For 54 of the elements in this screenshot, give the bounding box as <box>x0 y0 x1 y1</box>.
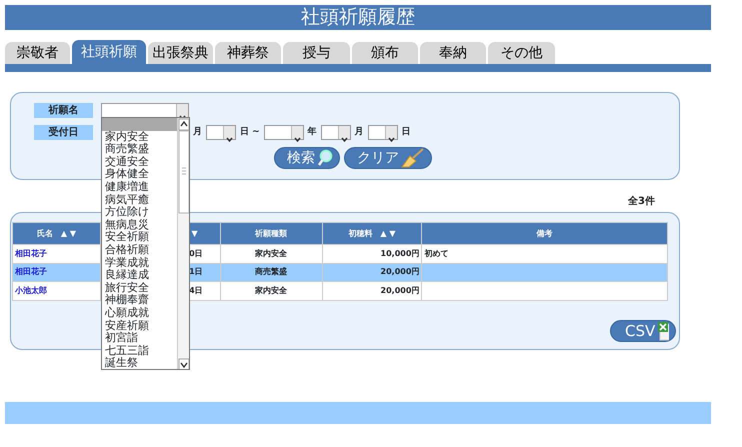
table-cell: 商売繁盛 <box>255 267 288 276</box>
amount-cell: 20,000円 <box>380 286 420 295</box>
date-unit-label: 日 ~ <box>240 126 260 139</box>
search-button[interactable]: 検索 <box>274 147 340 169</box>
dropdown-option[interactable]: 初宮詣 <box>102 332 177 345</box>
dropdown-option[interactable]: 病気平癒 <box>102 194 177 206</box>
dropdown-option[interactable]: 安産祈願 <box>102 320 177 332</box>
tab[interactable]: 奉納 <box>420 42 486 64</box>
dropdown-option[interactable]: 身体健全 <box>102 168 177 181</box>
dropdown-option[interactable]: 誕生祭 <box>102 357 177 369</box>
dropdown-option[interactable]: 商売繁盛 <box>102 143 177 156</box>
tab[interactable]: その他 <box>488 42 555 64</box>
dropdown-option[interactable]: 交通安全 <box>102 156 177 168</box>
date-unit-label: 月 <box>354 126 364 139</box>
dropdown-option[interactable]: 学業成就 <box>102 256 177 270</box>
column-header[interactable]: 初穂料 ▲ ▼ <box>322 222 422 244</box>
name-link[interactable]: 相田花子 <box>15 267 47 276</box>
column-header: 備考 <box>422 222 668 244</box>
csv-button[interactable]: CSV <box>610 320 676 342</box>
table-cell: 家内安全 <box>255 286 288 295</box>
dropdown-option[interactable]: 無病息災 <box>102 218 177 232</box>
amount-cell: 20,000円 <box>380 267 420 276</box>
tab[interactable]: 頒布 <box>352 42 418 64</box>
dropdown-option[interactable]: 七五三詣 <box>102 344 177 358</box>
dropdown-option[interactable]: 心願成就 <box>102 306 177 320</box>
tab[interactable]: 崇敬者 <box>5 42 70 64</box>
table-cell: 初めて <box>424 248 448 258</box>
dropdown-option[interactable]: 健康増進 <box>102 180 177 194</box>
column-header[interactable]: 氏名 ▲ ▼ <box>12 222 100 244</box>
dropdown-option[interactable]: 方位除け <box>102 206 177 219</box>
dropdown-option[interactable]: 神棚奉齋 <box>102 294 177 307</box>
tab[interactable]: 社頭祈願 <box>72 40 146 64</box>
dropdown-option[interactable]: 良縁達成 <box>102 269 177 282</box>
tab[interactable]: 出張祭典 <box>148 42 213 64</box>
dropdown-option[interactable]: 旅行安全 <box>102 282 177 294</box>
result-count: 全3件 <box>627 194 655 208</box>
dropdown-option[interactable]: 合格祈願 <box>102 244 177 257</box>
field-label: 祈願名 <box>34 103 93 118</box>
name-link[interactable]: 相田花子 <box>15 248 47 258</box>
date-unit-label: 日 <box>402 126 411 139</box>
amount-cell: 10,000円 <box>380 248 420 258</box>
tab[interactable]: 神葬祭 <box>215 42 281 64</box>
table-cell: 1日 <box>189 267 203 276</box>
dropdown-option[interactable]: 家内安全 <box>102 130 177 144</box>
clear-button[interactable]: クリア <box>344 147 432 169</box>
table-cell: 家内安全 <box>255 248 288 258</box>
tab[interactable]: 授与 <box>283 42 350 64</box>
field-label: 受付日 <box>34 125 93 140</box>
name-link[interactable]: 小池太郎 <box>15 286 47 295</box>
date-unit-label: 年 <box>308 126 317 139</box>
date-unit-label: 月 <box>193 126 202 139</box>
dropdown-option[interactable]: 安全祈願 <box>102 231 177 244</box>
page-title: 社頭祈願履歴 <box>5 5 711 30</box>
column-header: 祈願種類 <box>220 222 322 244</box>
